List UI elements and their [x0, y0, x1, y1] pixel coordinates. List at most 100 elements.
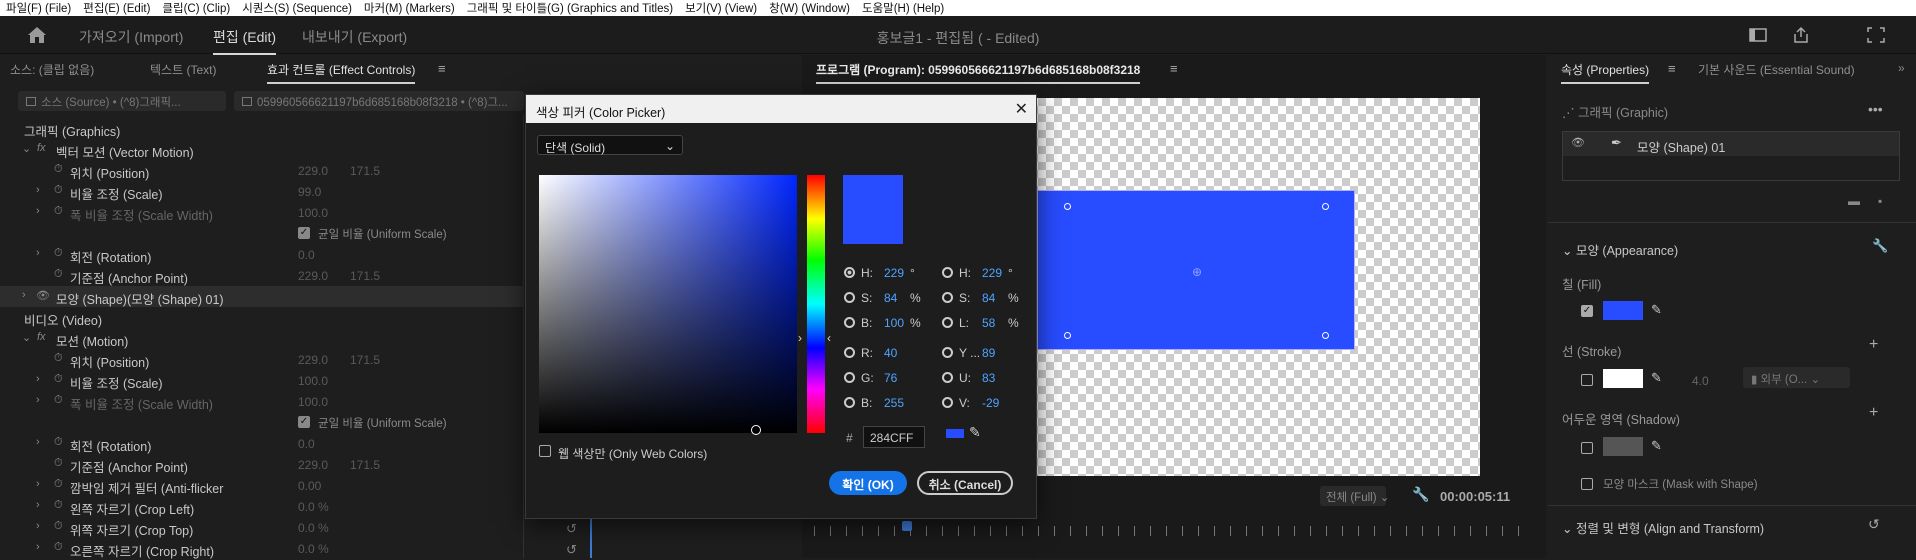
value-x[interactable]: 229.0 [298, 458, 328, 472]
wrench-icon[interactable]: 🔧 [1872, 238, 1888, 254]
fill-type-select[interactable]: 단색 (Solid) ⌄ [537, 135, 683, 155]
rgb-r-value[interactable]: 40 [884, 346, 897, 360]
radio-yuv-u[interactable]: U: 83 [942, 371, 995, 385]
value-y[interactable]: 171.5 [350, 353, 380, 367]
source-select[interactable]: 소스 (Source) • (^8)그래픽... [18, 91, 226, 111]
chevron-down-icon[interactable]: ⌄ [22, 142, 31, 155]
add-shadow-icon[interactable]: + [1869, 404, 1878, 422]
value-x[interactable]: 229.0 [298, 164, 328, 178]
chevron-right-icon[interactable]: › [36, 205, 40, 217]
effect-shape[interactable]: › 👁 모양 (Shape)(모양 (Shape) 01) [0, 286, 523, 307]
tab-effect-controls[interactable]: 효과 컨트롤 (Effect Controls) [267, 61, 416, 84]
reset-icon[interactable]: ↺ [1868, 516, 1880, 533]
eyedropper-icon[interactable]: ✎ [1651, 370, 1662, 386]
transform-handle[interactable] [1322, 332, 1329, 339]
tab-properties[interactable]: 속성 (Properties) [1561, 61, 1650, 84]
close-icon[interactable]: ✕ [1015, 99, 1028, 119]
radio-rgb-g[interactable]: G: 76 [844, 371, 897, 385]
stopwatch-icon[interactable]: ⏱ [54, 541, 63, 554]
value[interactable]: 0.0 [298, 437, 315, 451]
checkbox-checked[interactable]: ✓ [298, 227, 310, 239]
fullscreen-icon[interactable] [1866, 26, 1886, 44]
eyedropper-icon[interactable]: ✎ [1651, 302, 1662, 318]
hsb-s-value[interactable]: 84 [884, 291, 897, 305]
hsl-h-value[interactable]: 229 [982, 266, 1002, 280]
panel-menu-icon[interactable]: ≡ [1668, 61, 1676, 76]
fill-checkbox[interactable]: ✓ [1581, 305, 1593, 317]
chevron-right-icon[interactable]: › [36, 541, 40, 553]
radio-yuv-v[interactable]: V: -29 [942, 396, 999, 410]
chevron-right-icon[interactable]: › [36, 436, 40, 448]
value[interactable]: 100.0 [298, 374, 328, 388]
stroke-width-value[interactable]: 4.0 [1692, 374, 1709, 388]
value[interactable]: 0.00 [298, 479, 321, 493]
value-y[interactable]: 171.5 [350, 164, 380, 178]
value-y[interactable]: 171.5 [350, 269, 380, 283]
yuv-u-value[interactable]: 83 [982, 371, 995, 385]
chevron-right-icon[interactable]: › [36, 520, 40, 532]
fill-color-swatch[interactable] [1603, 301, 1643, 320]
stroke-checkbox[interactable] [1581, 374, 1593, 386]
radio-rgb-b[interactable]: B: 255 [844, 396, 904, 410]
hsb-h-value[interactable]: 229 [884, 266, 904, 280]
stopwatch-icon[interactable]: ⏱ [54, 520, 63, 533]
layer-item[interactable]: 👁 ✒ 모양 (Shape) 01 [1563, 132, 1899, 156]
saturation-brightness-field[interactable] [539, 175, 797, 435]
program-monitor-title[interactable]: 프로그램 (Program): 059960566621197b6d685168… [816, 61, 1141, 84]
reset-icon[interactable]: ↺ [566, 521, 577, 537]
shadow-checkbox[interactable] [1581, 442, 1593, 454]
chevron-right-icon[interactable]: › [36, 499, 40, 511]
align-transform-header[interactable]: ⌄ 정렬 및 변형 (Align and Transform) [1562, 518, 1764, 537]
hsl-l-value[interactable]: 58 [982, 316, 995, 330]
add-stroke-icon[interactable]: + [1869, 336, 1878, 354]
value[interactable]: 99.0 [298, 185, 321, 199]
radio-hsl-s[interactable]: S: 84% [942, 291, 1019, 305]
value-x[interactable]: 229.0 [298, 353, 328, 367]
stroke-position-select[interactable]: ▮ 외부 (O... ⌄ [1743, 367, 1850, 388]
tab-text[interactable]: 텍스트 (Text) [150, 61, 216, 78]
hsl-s-value[interactable]: 84 [982, 291, 995, 305]
anchor-crosshair-icon[interactable]: ⊕ [1192, 265, 1202, 279]
radio-hsb-h[interactable]: H: 229 ° [844, 266, 915, 280]
rgb-g-value[interactable]: 76 [884, 371, 897, 385]
overflow-icon[interactable]: » [1898, 61, 1905, 75]
stopwatch-icon[interactable]: ⏱ [54, 436, 63, 449]
menu-markers[interactable]: 마커(M) (Markers) [358, 0, 461, 16]
tab-edit[interactable]: 편집 (Edit) [213, 27, 277, 55]
stopwatch-icon[interactable]: ⏱ [54, 478, 63, 491]
transform-handle[interactable] [1064, 332, 1071, 339]
eyedropper-icon[interactable]: ✎ [1651, 438, 1662, 454]
chevron-right-icon[interactable]: › [36, 478, 40, 490]
menu-help[interactable]: 도움말(H) (Help) [856, 0, 950, 16]
cancel-button[interactable]: 취소 (Cancel) [917, 471, 1013, 495]
eye-icon[interactable]: 👁 [1571, 136, 1585, 149]
chevron-down-icon[interactable]: ⌄ [22, 331, 31, 344]
eyedropper-icon[interactable]: ✎ [969, 424, 981, 441]
panel-menu-icon[interactable]: ≡ [1170, 61, 1178, 76]
menu-view[interactable]: 보기(V) (View) [679, 0, 763, 16]
stopwatch-icon[interactable]: ⏱ [54, 457, 63, 470]
fx-icon[interactable]: fx [37, 331, 46, 343]
ok-button[interactable]: 확인 (OK) [829, 471, 907, 495]
stopwatch-icon[interactable]: ⏱ [54, 352, 63, 365]
checkbox-checked[interactable]: ✓ [298, 416, 310, 428]
panel-menu-icon[interactable]: ≡ [438, 61, 446, 76]
radio-hsl-l[interactable]: L: 58% [942, 316, 1019, 330]
stopwatch-icon[interactable]: ⏱ [54, 163, 63, 176]
stopwatch-icon[interactable]: ⏱ [54, 205, 63, 218]
chevron-right-icon[interactable]: › [36, 184, 40, 196]
value-y[interactable]: 171.5 [350, 458, 380, 472]
stopwatch-icon[interactable]: ⏱ [54, 394, 63, 407]
menu-clip[interactable]: 클립(C) (Clip) [156, 0, 236, 16]
rgb-b-value[interactable]: 255 [884, 396, 904, 410]
hue-slider[interactable] [807, 175, 825, 433]
stopwatch-icon[interactable]: ⏱ [54, 268, 63, 281]
menu-window[interactable]: 창(W) (Window) [763, 0, 856, 16]
radio-hsl-h[interactable]: H: 229 ° [942, 266, 1013, 280]
timecode-display[interactable]: 00:00:05:11 [1440, 489, 1510, 504]
value-x[interactable]: 229.0 [298, 269, 328, 283]
share-icon[interactable] [1791, 26, 1811, 44]
radio-yuv-y[interactable]: Y ... 89 [942, 346, 995, 360]
appearance-header[interactable]: ⌄ 모양 (Appearance) [1562, 240, 1678, 259]
chevron-right-icon[interactable]: › [36, 373, 40, 385]
